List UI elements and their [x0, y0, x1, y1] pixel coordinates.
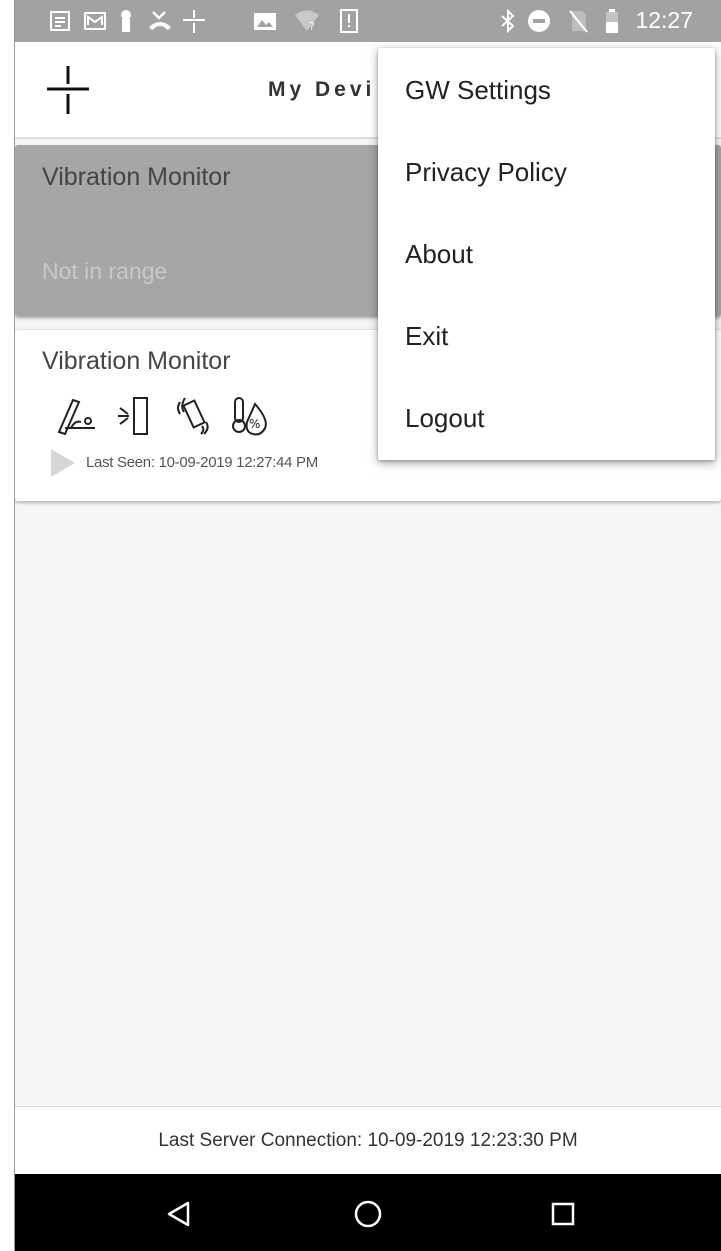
sim-alert-icon — [336, 8, 362, 34]
menu-item-exit[interactable]: Exit — [378, 295, 715, 377]
svg-text:%: % — [249, 417, 260, 431]
recents-icon[interactable] — [543, 1194, 583, 1234]
app-logo-icon[interactable] — [45, 64, 91, 116]
app-screen: ? 12:27 My Devi Vibration Monitor Not in… — [15, 0, 721, 1251]
image-icon — [252, 8, 278, 34]
missed-call-icon — [147, 8, 173, 34]
device-range-status: Not in range — [42, 258, 168, 284]
back-icon[interactable] — [159, 1194, 199, 1234]
no-sim-icon — [565, 8, 591, 34]
wifi-unknown-icon: ? — [294, 8, 320, 34]
menu-item-about[interactable]: About — [378, 213, 715, 295]
last-server-connection: Last Server Connection: 10-09-2019 12:23… — [158, 1129, 578, 1151]
mail-icon — [82, 8, 108, 34]
svg-text:?: ? — [309, 20, 315, 33]
keyhole-icon — [113, 8, 139, 34]
tilt-sensor-icon — [53, 392, 101, 440]
vibration-sensor-icon — [170, 392, 218, 440]
notes-icon — [47, 8, 73, 34]
menu-item-privacy-policy[interactable]: Privacy Policy — [378, 131, 715, 213]
connection-footer: Last Server Connection: 10-09-2019 12:23… — [15, 1106, 721, 1174]
device-name: Vibration Monitor — [42, 163, 231, 191]
temperature-humidity-icon: % — [225, 392, 273, 440]
overflow-menu: GW Settings Privacy Policy About Exit Lo… — [378, 48, 715, 460]
page-title: My Devi — [268, 78, 376, 101]
do-not-disturb-icon — [526, 8, 552, 34]
menu-item-gw-settings[interactable]: GW Settings — [378, 49, 715, 131]
app-logo-icon — [181, 8, 207, 34]
status-bar: ? 12:27 — [15, 0, 721, 42]
proximity-sensor-icon — [110, 392, 158, 440]
home-icon[interactable] — [348, 1194, 388, 1234]
clock: 12:27 — [635, 7, 693, 33]
last-seen-text: Last Seen: 10-09-2019 12:27:44 PM — [86, 454, 318, 471]
device-name: Vibration Monitor — [42, 347, 231, 375]
menu-item-logout[interactable]: Logout — [378, 377, 715, 459]
bluetooth-icon — [495, 8, 521, 34]
play-icon[interactable] — [50, 448, 76, 478]
battery-icon — [599, 8, 625, 34]
system-nav-bar — [15, 1174, 721, 1251]
